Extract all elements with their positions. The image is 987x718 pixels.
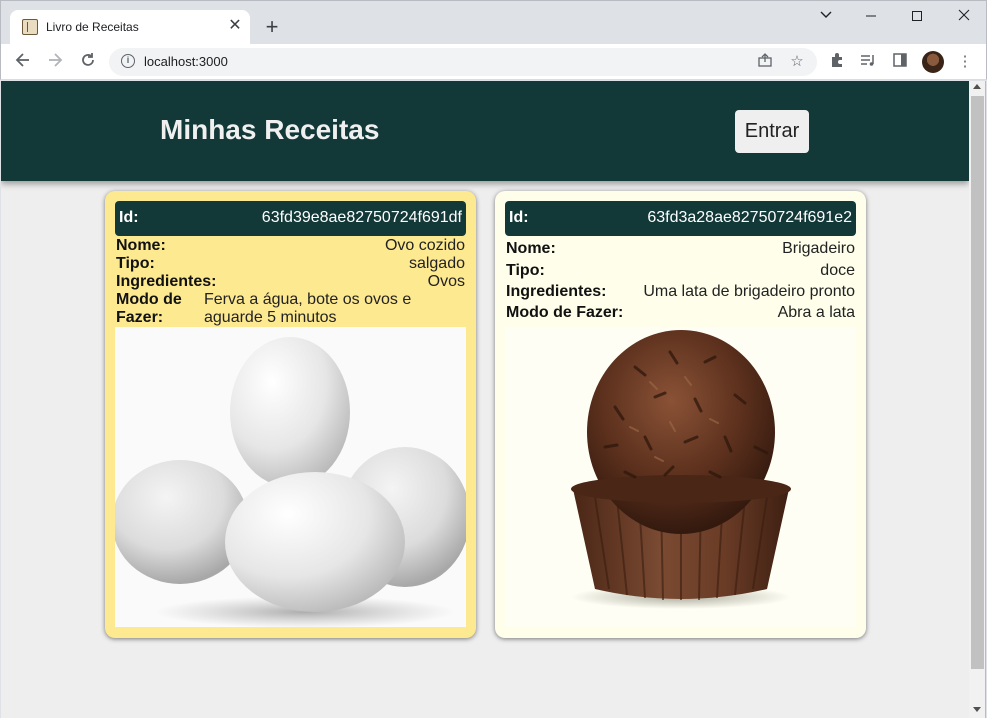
tipo-label: Tipo: (506, 262, 545, 279)
tab-title: Livro de Receitas (46, 20, 139, 34)
profile-avatar[interactable] (922, 51, 944, 73)
url-text: localhost:3000 (144, 54, 228, 69)
modo-value: Abra a lata (777, 304, 855, 321)
share-icon[interactable] (755, 52, 775, 72)
book-icon (22, 19, 38, 35)
login-button[interactable]: Entrar (735, 110, 809, 153)
maximize-icon[interactable] (905, 7, 929, 27)
recipe-id: 63fd39e8ae82750724f691df (261, 209, 462, 226)
reload-icon[interactable] (76, 50, 100, 74)
browser-tab[interactable]: Livro de Receitas ✕ (10, 10, 250, 45)
browser-toolbar: i localhost:3000 ☆ ⋮ (0, 44, 987, 80)
page-scrollbar[interactable] (969, 81, 986, 718)
recipe-id: 63fd3a28ae82750724f691e2 (647, 209, 852, 226)
scroll-up-icon[interactable] (973, 84, 981, 89)
back-icon[interactable] (11, 50, 35, 74)
forward-icon[interactable] (43, 50, 67, 74)
ingredientes-value: Ovos (427, 273, 465, 290)
tipo-value: doce (820, 262, 855, 279)
modo-label-line2: Fazer: (116, 309, 164, 326)
media-queue-icon[interactable] (858, 52, 878, 72)
tab-search-icon[interactable] (814, 7, 838, 27)
tipo-value: salgado (408, 255, 465, 272)
id-label: Id: (509, 209, 529, 226)
modo-value-line1: Ferva a água, bote os ovos e (204, 291, 412, 308)
id-label: Id: (119, 209, 139, 226)
modo-value-line2: aguarde 5 minutos (204, 309, 337, 326)
field-modo: Modo de Fazer: Ferva a água, bote os ovo… (115, 291, 466, 327)
scroll-down-icon[interactable] (973, 707, 981, 712)
browser-tabstrip: Livro de Receitas ✕ + (0, 0, 987, 45)
site-info-icon[interactable]: i (121, 54, 135, 68)
ingredientes-value: Uma lata de brigadeiro pronto (643, 283, 855, 300)
page-viewport: Minhas Receitas Entrar Id: 63fd39e8ae827… (1, 81, 969, 718)
menu-kebab-icon[interactable]: ⋮ (955, 52, 975, 72)
nome-label: Nome: (116, 237, 166, 254)
page-title: Minhas Receitas (160, 114, 380, 145)
extensions-icon[interactable] (827, 52, 847, 72)
ingredientes-label: Ingredientes: (116, 273, 217, 290)
address-bar[interactable]: i localhost:3000 ☆ (109, 48, 817, 76)
nome-value: Ovo cozido (384, 237, 465, 254)
recipe-card[interactable]: Id: 63fd3a28ae82750724f691e2 Nome: Briga… (495, 191, 866, 638)
recipe-id-bar: Id: 63fd39e8ae82750724f691df (115, 201, 466, 236)
site-header: Minhas Receitas Entrar (1, 81, 969, 181)
modo-label-line1: Modo de (116, 291, 182, 308)
tipo-label: Tipo: (116, 255, 155, 272)
brigadeiro-photo (505, 327, 856, 627)
scroll-thumb[interactable] (971, 96, 984, 669)
close-tab-icon[interactable]: ✕ (226, 17, 244, 35)
close-window-icon[interactable] (952, 7, 976, 27)
recipe-card[interactable]: Id: 63fd39e8ae82750724f691df Nome: Ovo c… (105, 191, 476, 638)
nome-value: Brigadeiro (782, 240, 855, 257)
ingredientes-label: Ingredientes: (506, 283, 607, 300)
new-tab-icon[interactable]: + (261, 16, 283, 38)
bookmark-star-icon[interactable]: ☆ (787, 52, 807, 72)
modo-label: Modo de Fazer: (506, 304, 624, 321)
minimize-icon[interactable] (859, 7, 883, 27)
recipe-id-bar: Id: 63fd3a28ae82750724f691e2 (505, 201, 856, 236)
eggs-photo (115, 327, 466, 627)
nome-label: Nome: (506, 240, 556, 257)
side-panel-icon[interactable] (890, 52, 910, 72)
